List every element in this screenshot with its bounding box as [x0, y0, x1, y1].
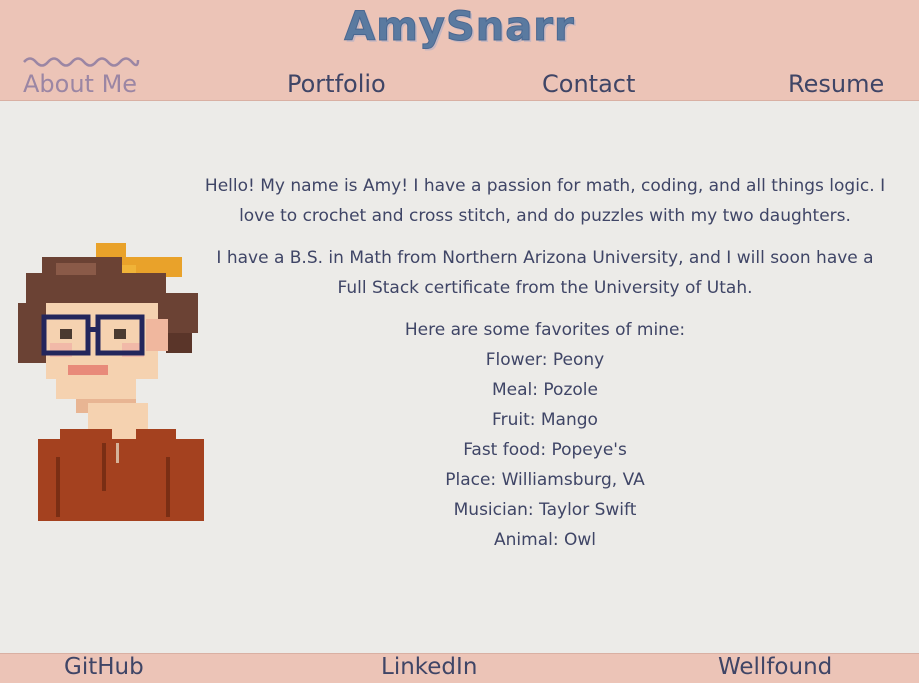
- active-nav-squiggle-icon: [23, 57, 140, 67]
- favorite-item: Fast food: Popeye's: [463, 440, 627, 460]
- favorite-item: Place: Williamsburg, VA: [445, 470, 645, 490]
- site-footer: GitHub LinkedIn Wellfound: [0, 653, 919, 683]
- site-title: AmySnarr: [344, 4, 575, 51]
- about-content: Hello! My name is Amy! I have a passion …: [200, 171, 890, 555]
- nav-resume[interactable]: Resume: [788, 70, 884, 98]
- nav-portfolio[interactable]: Portfolio: [287, 70, 386, 98]
- education-paragraph: I have a B.S. in Math from Northern Ariz…: [216, 248, 874, 298]
- favorite-item: Fruit: Mango: [492, 410, 598, 430]
- pixel-avatar-image: [18, 243, 204, 521]
- favorite-item: Musician: Taylor Swift: [453, 500, 637, 520]
- favorite-item: Animal: Owl: [494, 530, 596, 550]
- footer-link-github[interactable]: GitHub: [64, 654, 144, 680]
- intro-paragraph: Hello! My name is Amy! I have a passion …: [204, 176, 886, 226]
- nav-contact[interactable]: Contact: [542, 70, 635, 98]
- favorite-item: Flower: Peony: [485, 350, 605, 370]
- favorite-item: Meal: Pozole: [492, 380, 598, 400]
- favorites-list: Flower: Peony Meal: Pozole Fruit: Mango …: [200, 345, 890, 555]
- site-header: AmySnarr About Me Portfolio Contact Resu…: [0, 0, 919, 101]
- footer-link-wellfound[interactable]: Wellfound: [718, 654, 832, 680]
- favorites-heading: Here are some favorites of mine:: [404, 320, 686, 340]
- footer-link-linkedin[interactable]: LinkedIn: [381, 654, 477, 680]
- about-section: Hello! My name is Amy! I have a passion …: [0, 101, 919, 653]
- nav-about-me[interactable]: About Me: [23, 70, 137, 98]
